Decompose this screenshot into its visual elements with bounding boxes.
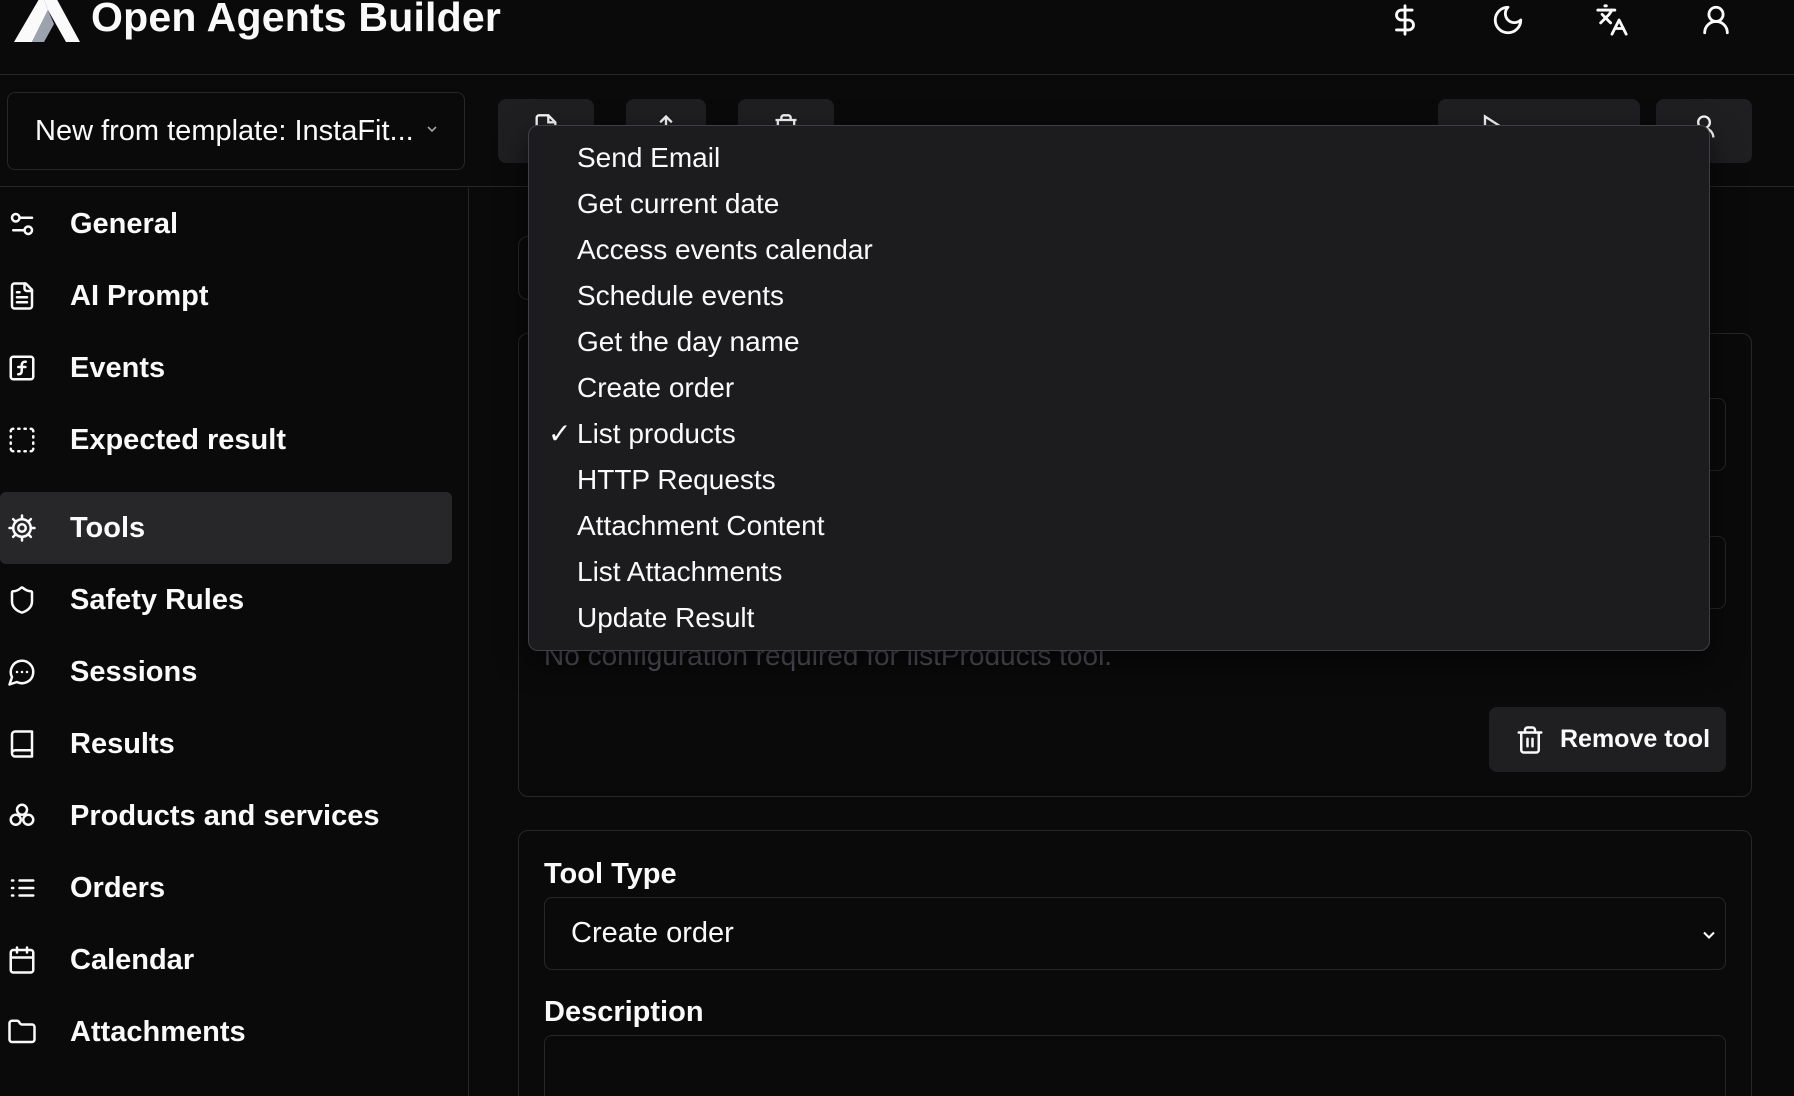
sidebar-item-sessions[interactable]: Sessions [0, 636, 452, 708]
sidebar-item-label: Expected result [70, 424, 286, 456]
sidebar-item-attachments[interactable]: Attachments [0, 996, 452, 1068]
description-field[interactable] [544, 1035, 1726, 1096]
tool-type-value: Create order [571, 917, 734, 949]
sidebar-item-label: Products and services [70, 800, 380, 832]
shield-icon [7, 585, 37, 615]
sidebar-item-label: Attachments [70, 1016, 246, 1048]
dollar-icon[interactable] [1385, 0, 1425, 40]
list-icon [7, 873, 37, 903]
template-select[interactable]: New from template: InstaFit... [7, 92, 465, 170]
chevron-down-icon [424, 121, 440, 137]
dropdown-option-update-result[interactable]: Update Result [530, 595, 1708, 639]
sidebar-item-products[interactable]: Products and services [0, 780, 452, 852]
app-title: Open Agents Builder [91, 0, 502, 40]
sidebar-item-results[interactable]: Results [0, 708, 452, 780]
dropdown-option-create-order[interactable]: Create order [530, 365, 1708, 409]
document-icon [7, 281, 37, 311]
sidebar-item-label: AI Prompt [70, 280, 209, 312]
app-header: Open Agents Builder [0, 0, 1794, 75]
chat-icon [7, 657, 37, 687]
book-icon [7, 729, 37, 759]
sidebar-item-label: Sessions [70, 656, 198, 688]
sidebar-item-label: Tools [70, 512, 146, 544]
sliders-icon [7, 209, 37, 239]
calendar-icon [7, 945, 37, 975]
tool-type-dropdown: Send Email Get current date Access event… [528, 125, 1710, 651]
cog-icon [7, 513, 37, 543]
sidebar: General AI Prompt Events Expected result… [0, 188, 469, 1096]
folder-icon [7, 1017, 37, 1047]
dashed-square-icon [7, 425, 37, 455]
sidebar-item-label: Events [70, 352, 166, 384]
check-icon: ✓ [548, 418, 572, 449]
dropdown-option-list-products[interactable]: ✓ List products [530, 411, 1708, 455]
sidebar-item-orders[interactable]: Orders [0, 852, 452, 924]
remove-tool-button[interactable]: Remove tool [1489, 707, 1726, 772]
dropdown-option-http-requests[interactable]: HTTP Requests [530, 457, 1708, 501]
sidebar-item-events[interactable]: Events [0, 332, 452, 404]
boxes-icon [7, 801, 37, 831]
function-icon [7, 353, 37, 383]
user-icon[interactable] [1696, 0, 1736, 40]
dropdown-option-send-email[interactable]: Send Email [530, 135, 1708, 179]
language-icon[interactable] [1592, 0, 1632, 40]
app-root: Open Agents Builder New from template: I… [0, 0, 1794, 1096]
sidebar-item-tools[interactable]: Tools [0, 492, 452, 564]
dropdown-option-list-attachments[interactable]: List Attachments [530, 549, 1708, 593]
dropdown-option-get-day-name[interactable]: Get the day name [530, 319, 1708, 363]
sidebar-item-ai-prompt[interactable]: AI Prompt [0, 260, 452, 332]
moon-icon[interactable] [1488, 0, 1528, 40]
sidebar-item-label: Calendar [70, 944, 195, 976]
sidebar-item-calendar[interactable]: Calendar [0, 924, 452, 996]
tool-type-label: Tool Type [544, 858, 677, 890]
sidebar-item-expected-result[interactable]: Expected result [0, 404, 452, 476]
dropdown-option-attachment-content[interactable]: Attachment Content [530, 503, 1708, 547]
dropdown-option-get-current-date[interactable]: Get current date [530, 181, 1708, 225]
dropdown-option-schedule-events[interactable]: Schedule events [530, 273, 1708, 317]
sidebar-item-label: General [70, 208, 178, 240]
sidebar-item-label: Orders [70, 872, 166, 904]
description-label: Description [544, 996, 704, 1028]
sidebar-item-label: Results [70, 728, 175, 760]
chevron-down-icon [1699, 925, 1719, 945]
tool-type-select[interactable]: Create order [544, 897, 1726, 970]
sidebar-item-safety-rules[interactable]: Safety Rules [0, 564, 452, 636]
template-select-value: New from template: InstaFit... [35, 114, 414, 147]
sidebar-item-label: Safety Rules [70, 584, 245, 616]
trash-icon [1517, 726, 1543, 754]
dropdown-option-access-events-calendar[interactable]: Access events calendar [530, 227, 1708, 271]
app-logo [14, 0, 80, 44]
remove-tool-label: Remove tool [1560, 725, 1711, 753]
sidebar-item-general[interactable]: General [0, 188, 452, 260]
